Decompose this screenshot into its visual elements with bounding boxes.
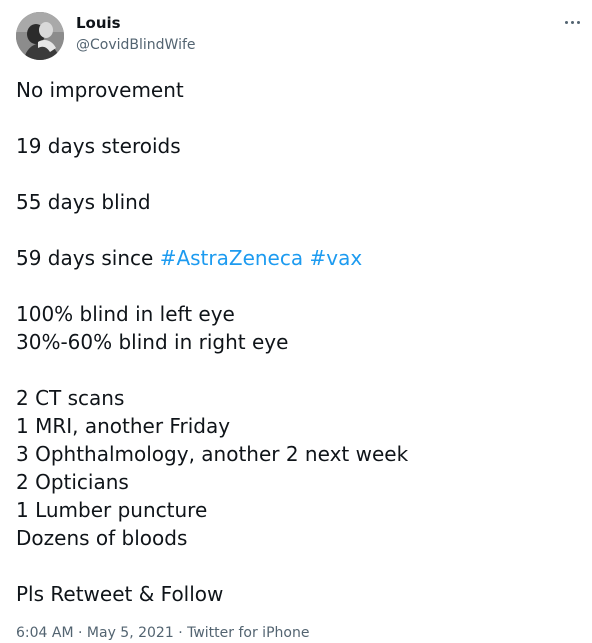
meta-separator: · — [73, 625, 87, 641]
tweet-time-link[interactable]: 6:04 AM — [16, 625, 74, 641]
tweet-line: 1 Lumber puncture — [16, 498, 208, 522]
tweet-source-link[interactable]: Twitter for iPhone — [187, 625, 309, 641]
more-options-icon — [564, 20, 568, 24]
tweet-line: 19 days steroids — [16, 134, 181, 158]
more-options-button[interactable] — [558, 10, 586, 34]
hashtag-link-astrazeneca[interactable]: #AstraZeneca — [160, 246, 303, 270]
tweet-date-link[interactable]: May 5, 2021 — [87, 625, 174, 641]
tweet-line: 1 MRI, another Friday — [16, 414, 231, 438]
tweet-line: 30%-60% blind in right eye — [16, 330, 289, 354]
tweet-line: 100% blind in left eye — [16, 302, 235, 326]
tweet-line: 3 Ophthalmology, another 2 next week — [16, 442, 409, 466]
tweet-card: Louis @CovidBlindWife No improvement 19 … — [0, 0, 592, 643]
hashtag-link-vax[interactable]: #vax — [309, 246, 362, 270]
tweet-line: 2 Opticians — [16, 470, 129, 494]
author-handle[interactable]: @CovidBlindWife — [76, 36, 196, 54]
profile-photo-icon — [16, 12, 64, 60]
tweet-line: 55 days blind — [16, 190, 151, 214]
tweet-line: Dozens of bloods — [16, 526, 188, 550]
tweet-line-hashtags: 59 days since #AstraZeneca #vax — [16, 244, 576, 272]
author-avatar[interactable] — [16, 12, 64, 60]
tweet-line: 2 CT scans — [16, 386, 125, 410]
meta-separator: · — [173, 625, 188, 641]
tweet-line-prefix: 59 days since — [16, 246, 160, 270]
tweet-text: No improvement 19 days steroids 55 days … — [16, 76, 576, 608]
more-options-icon-dot — [570, 20, 574, 24]
more-options-icon-dot — [576, 20, 580, 24]
author-name[interactable]: Louis — [76, 14, 121, 32]
tweet-metadata: 6:04 AM · May 5, 2021 · Twitter for iPho… — [16, 624, 309, 642]
tweet-line: No improvement — [16, 78, 184, 102]
tweet-line: Pls Retweet & Follow — [16, 582, 224, 606]
